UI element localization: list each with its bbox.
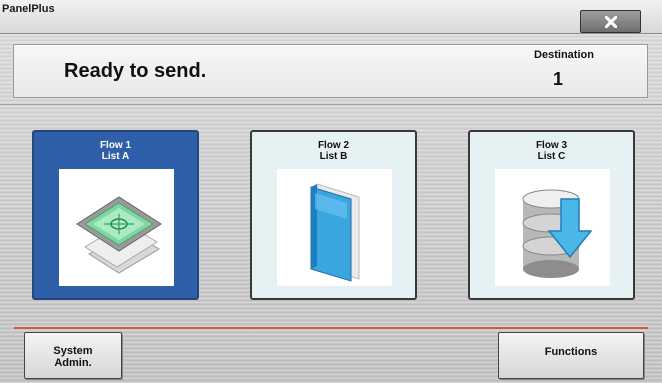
close-button[interactable]: [580, 10, 641, 33]
flow-3-list: List C: [537, 151, 566, 162]
functions-button[interactable]: Functions: [498, 332, 644, 379]
flow-3-label: Flow 3 List C: [470, 140, 633, 162]
destination-value: 1: [552, 69, 563, 89]
functions-label: Functions: [544, 346, 598, 358]
app-title: PanelPlus: [2, 3, 55, 15]
divider: [0, 104, 662, 105]
flow-2-label: Flow 2 List B: [252, 140, 415, 162]
system-admin-button[interactable]: System Admin.: [24, 332, 122, 379]
flow-2-button[interactable]: Flow 2 List B: [250, 130, 417, 300]
database-download-icon: [522, 189, 593, 278]
flow-1-label: Flow 1 List A: [34, 140, 197, 162]
book-icon: [310, 183, 360, 282]
destination-label: Destination: [534, 49, 594, 61]
title-bar: PanelPlus: [0, 0, 662, 34]
flow-1-image: [59, 169, 174, 286]
flow-1-list: List A: [101, 151, 130, 162]
status-panel: Ready to send. Destination 1: [13, 44, 648, 98]
system-admin-label-line2: Admin.: [54, 357, 92, 369]
system-admin-label-line1: System: [53, 345, 93, 357]
close-icon: [605, 16, 617, 28]
accent-divider: [14, 327, 648, 329]
flow-2-list: List B: [319, 151, 348, 162]
flow-3-image: [495, 169, 610, 286]
flow-2-image: [277, 169, 392, 286]
flow-1-button[interactable]: Flow 1 List A: [32, 130, 199, 300]
status-message: Ready to send.: [64, 60, 207, 82]
flow-3-button[interactable]: Flow 3 List C: [468, 130, 635, 300]
flow-3-title: Flow 3: [535, 140, 568, 151]
flow-1-title: Flow 1: [99, 140, 132, 151]
scanner-icon: [76, 196, 162, 274]
flow-2-title: Flow 2: [317, 140, 350, 151]
main-area: Ready to send. Destination 1 Flow 1 List…: [0, 34, 662, 383]
